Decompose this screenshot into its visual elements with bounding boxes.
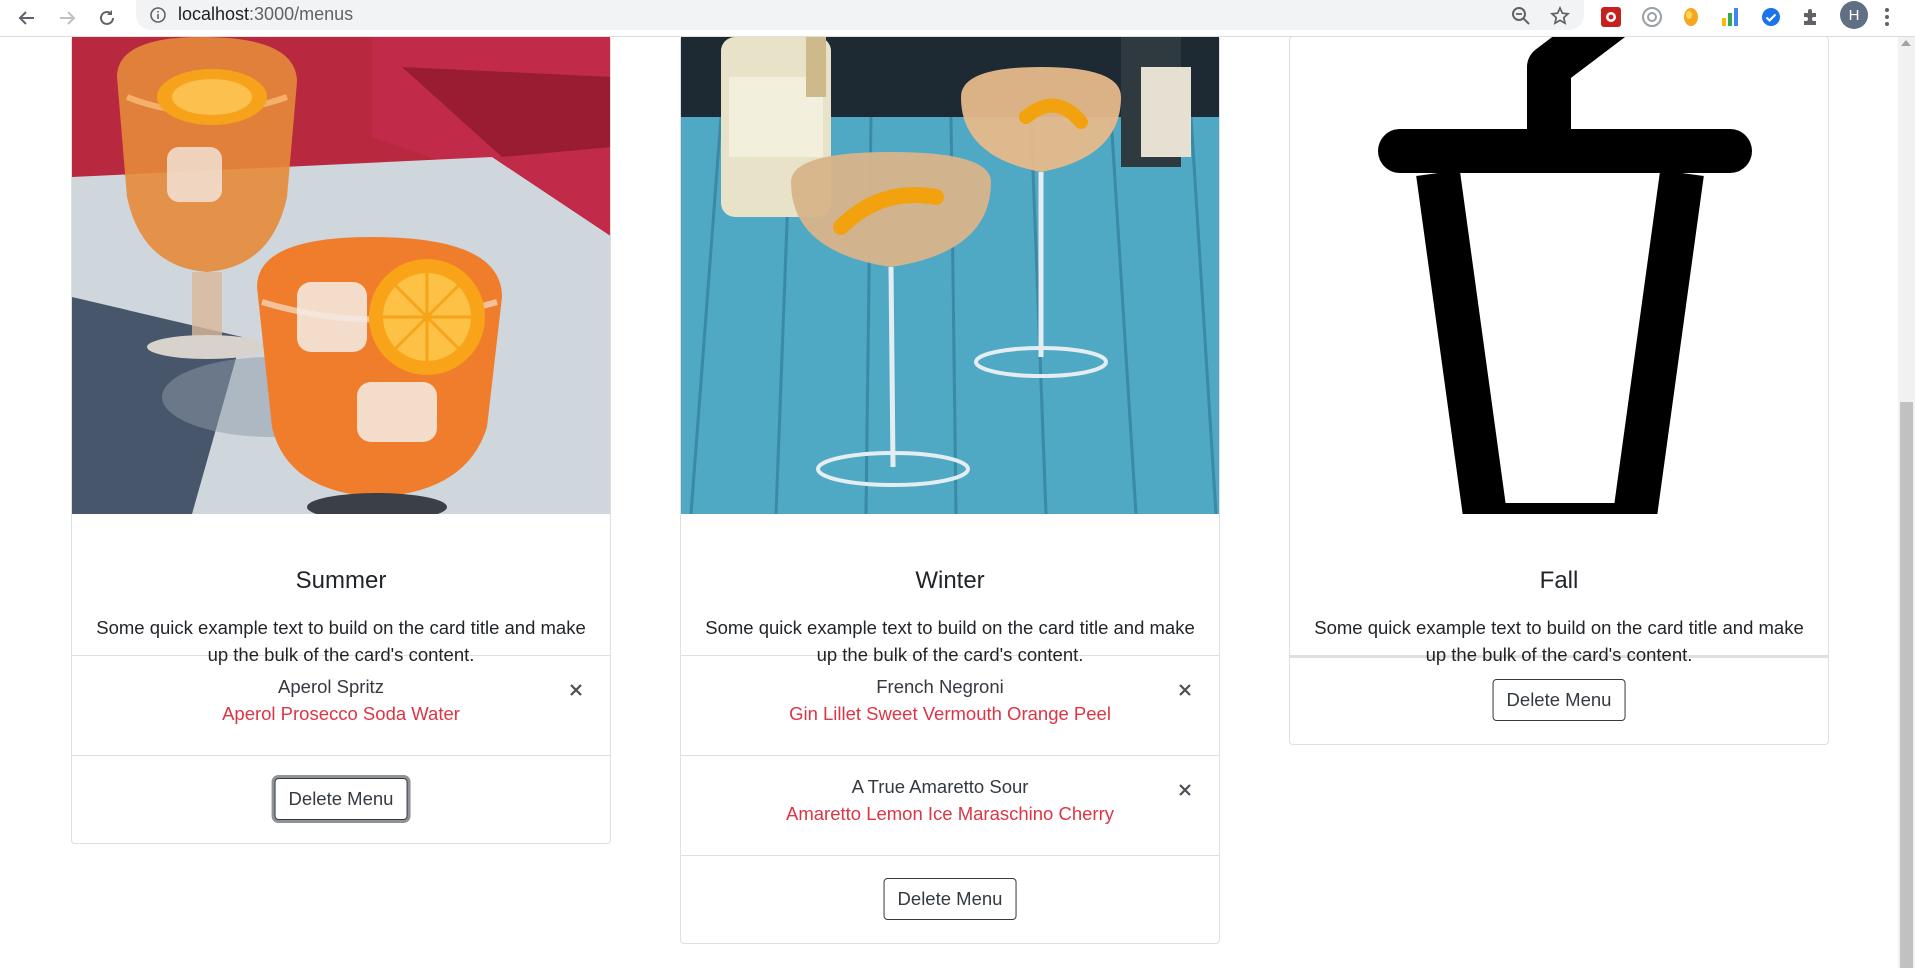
- reload-icon[interactable]: [92, 3, 122, 33]
- browser-menu-icon[interactable]: [1879, 3, 1895, 31]
- card-footer: Delete Menu: [72, 755, 610, 845]
- delete-menu-button[interactable]: Delete Menu: [274, 778, 408, 820]
- menu-card-fall: Fall Some quick example text to build on…: [1289, 36, 1829, 745]
- summer-cocktail-photo: [72, 37, 610, 514]
- extension-check-icon[interactable]: [1757, 3, 1785, 31]
- back-arrow-icon[interactable]: [12, 3, 42, 33]
- extension-orange-icon[interactable]: [1677, 3, 1705, 31]
- page-scrollbar[interactable]: [1898, 37, 1915, 968]
- menu-card-summer: Summer Some quick example text to build …: [71, 36, 611, 844]
- drink-list-item: Aperol Spritz Aperol Prosecco Soda Water: [72, 655, 610, 755]
- bookmark-star-icon[interactable]: [1547, 3, 1573, 29]
- drink-ingredients: Gin Lillet Sweet Vermouth Orange Peel: [789, 703, 1111, 724]
- info-icon[interactable]: [149, 6, 167, 24]
- card-title: Winter: [915, 567, 985, 594]
- drink-name: A True Amaretto Sour: [851, 776, 1029, 797]
- url-text: localhost:3000/menus: [178, 4, 354, 24]
- extension-red-icon[interactable]: [1597, 3, 1625, 31]
- address-bar[interactable]: localhost:3000/menus: [136, 0, 1584, 30]
- card-footer: Delete Menu: [1290, 655, 1828, 746]
- drink-list-item: French Negroni Gin Lillet Sweet Vermouth…: [681, 655, 1219, 755]
- drink-name: Aperol Spritz: [278, 676, 384, 697]
- remove-drink-close-icon[interactable]: [1176, 781, 1194, 799]
- drink-ingredients: Aperol Prosecco Soda Water: [222, 703, 460, 724]
- drink-list-item: A True Amaretto Sour Amaretto Lemon Ice …: [681, 755, 1219, 855]
- scroll-up-arrow-icon[interactable]: [1901, 40, 1911, 46]
- winter-cocktail-photo: [681, 37, 1219, 514]
- drink-name: French Negroni: [876, 676, 1004, 697]
- menu-card-winter: Winter Some quick example text to build …: [680, 36, 1220, 944]
- card-title: Fall: [1539, 567, 1579, 594]
- scroll-thumb[interactable]: [1900, 402, 1913, 968]
- card-title: Summer: [295, 567, 387, 594]
- extensions-puzzle-icon[interactable]: [1797, 3, 1825, 31]
- remove-drink-close-icon[interactable]: [567, 681, 585, 699]
- forward-arrow-icon[interactable]: [52, 3, 82, 33]
- drink-ingredients: Amaretto Lemon Ice Maraschino Cherry: [786, 803, 1114, 824]
- profile-avatar[interactable]: H: [1840, 1, 1868, 29]
- zoom-icon[interactable]: [1508, 3, 1534, 29]
- extension-gray-icon[interactable]: [1638, 3, 1666, 31]
- card-footer: Delete Menu: [681, 855, 1219, 945]
- remove-drink-close-icon[interactable]: [1176, 681, 1194, 699]
- delete-menu-button[interactable]: Delete Menu: [883, 878, 1017, 920]
- extension-chart-icon[interactable]: [1717, 3, 1745, 31]
- delete-menu-button[interactable]: Delete Menu: [1492, 679, 1626, 721]
- browser-toolbar: localhost:3000/menus H: [0, 0, 1915, 37]
- cup-with-straw-icon: [1290, 37, 1828, 514]
